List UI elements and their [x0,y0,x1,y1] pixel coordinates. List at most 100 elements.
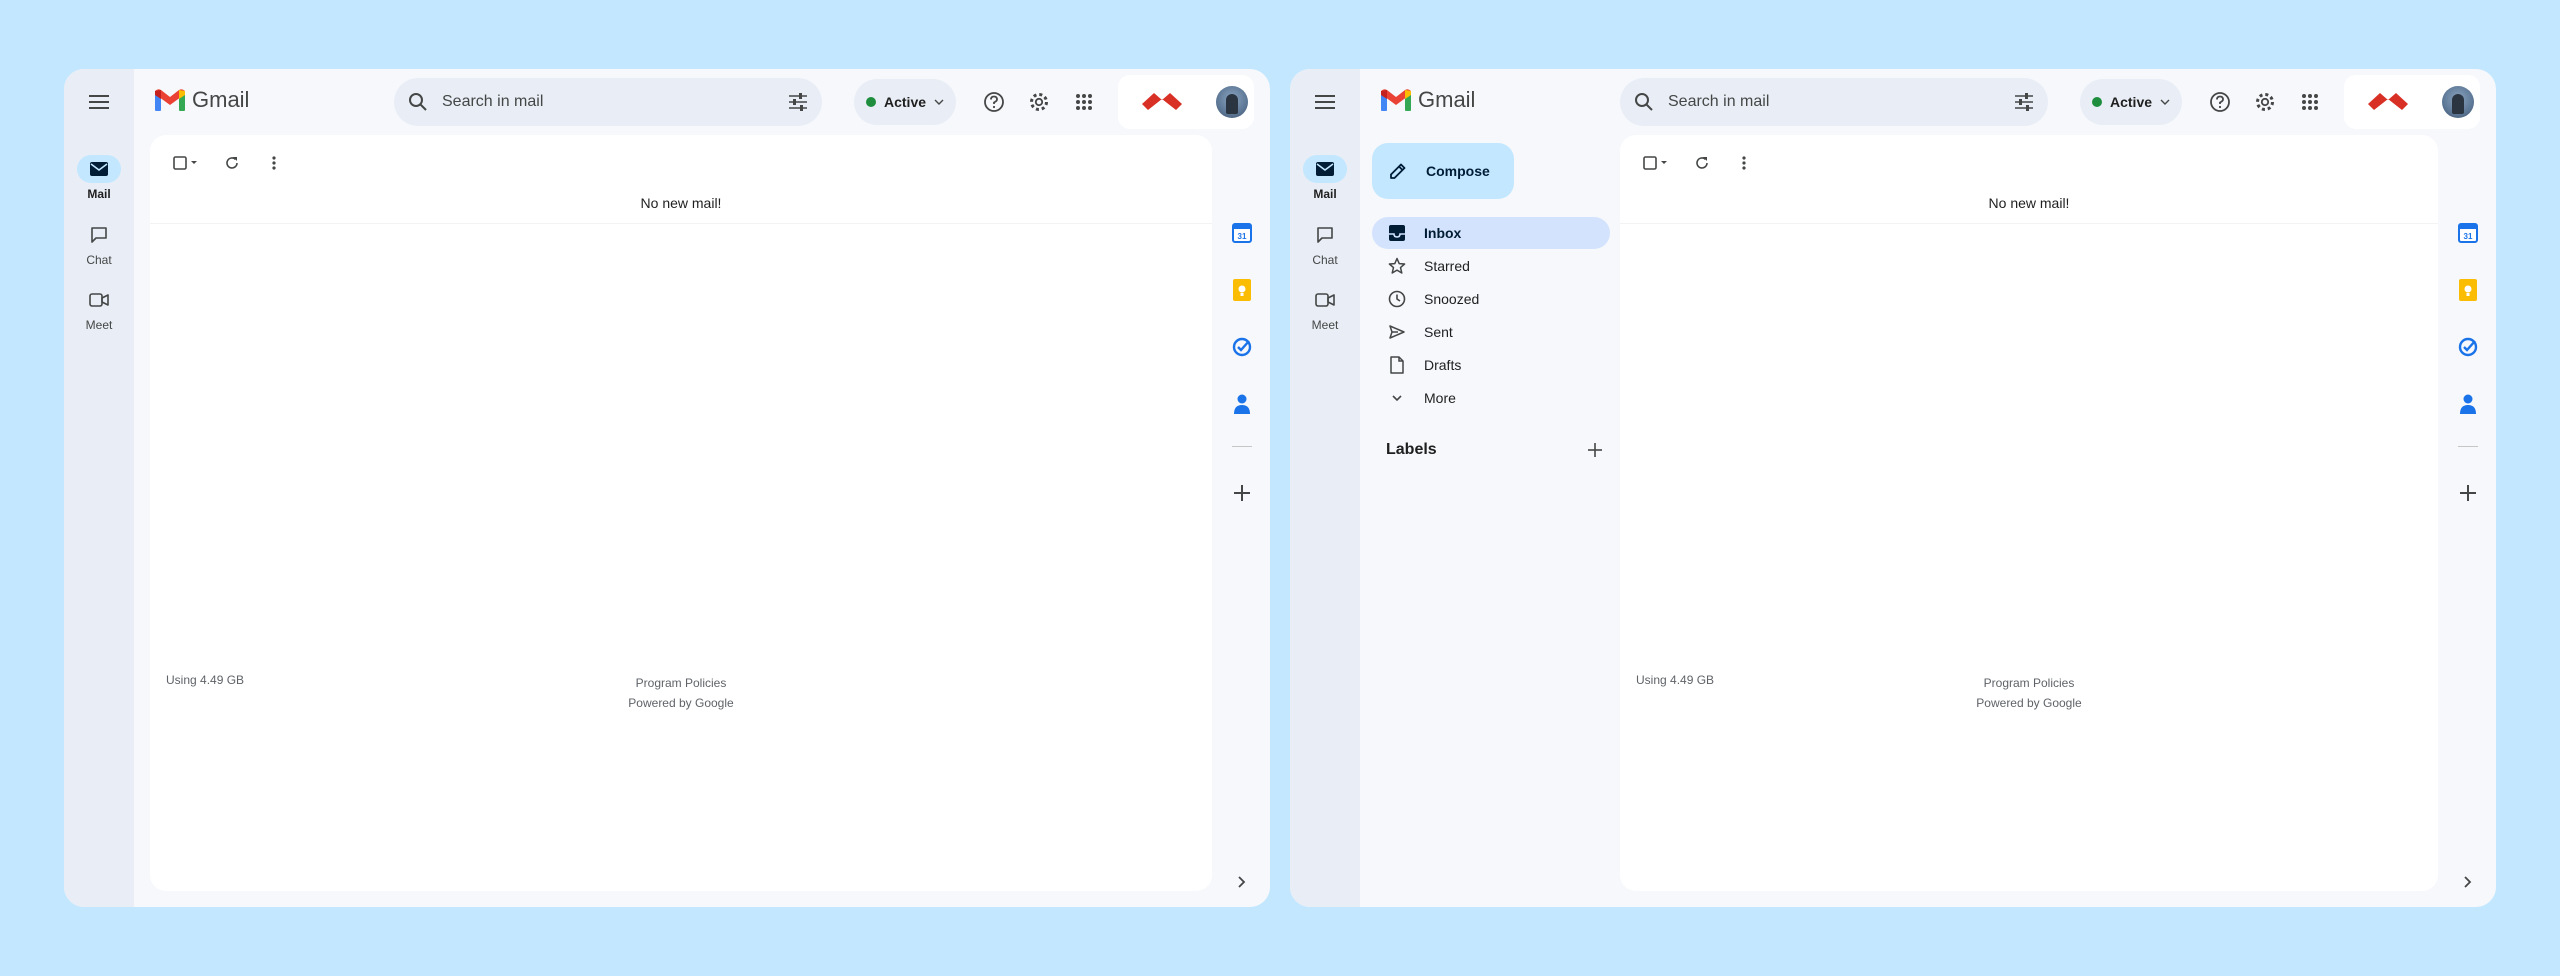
list-toolbar [166,147,290,179]
side-divider [1232,446,1252,447]
search-icon[interactable] [408,92,428,112]
gmail-logo[interactable]: Gmail [1380,87,1475,113]
status-label: Active [2110,94,2153,110]
rail-label-mail: Mail [87,187,111,201]
account-switcher[interactable] [2344,75,2480,129]
chevron-down-icon [1392,395,1402,402]
calendar-icon: 31 [1232,223,1252,243]
gmail-window-collapsed: Mail Chat Meet Gmail Search in mail Acti… [64,69,1270,907]
empty-inbox-message: No new mail! [640,195,722,211]
keep-button[interactable] [2456,278,2480,302]
side-panel: 31 [2440,135,2496,907]
mail-icon [1316,162,1334,176]
message-list-panel: No new mail! Using 4.49 GB Program Polic… [150,135,1212,891]
status-label: Active [884,94,927,110]
rail-label-chat: Chat [86,253,112,267]
calendar-icon: 31 [2458,223,2478,243]
chevron-down-icon [2160,99,2170,105]
main-menu-button[interactable] [79,82,119,122]
gmail-window-expanded: Mail Chat Meet Gmail Search in mail Acti… [1290,69,2496,907]
hide-side-panel-button[interactable] [2456,870,2480,894]
svg-text:31: 31 [1238,232,1247,241]
rail-item-chat[interactable]: Chat [1290,221,1360,267]
list-toolbar [1636,147,1760,179]
main-menu-button[interactable] [1305,82,1345,122]
search-input[interactable]: Search in mail [442,93,788,111]
labels-title: Labels [1386,441,1437,458]
search-icon[interactable] [1634,92,1654,112]
tasks-button[interactable] [1230,335,1254,359]
refresh-button[interactable] [1686,147,1718,179]
rail-item-mail[interactable]: Mail [64,155,134,201]
tasks-button[interactable] [2456,335,2480,359]
folder-drafts[interactable]: Drafts [1372,349,1610,381]
contacts-button[interactable] [1230,392,1254,416]
rail-item-mail[interactable]: Mail [1290,155,1360,201]
search-input[interactable]: Search in mail [1668,93,2014,111]
apps-button[interactable] [1064,82,1104,122]
send-icon [1389,325,1405,339]
tasks-icon [1232,337,1252,357]
get-addons-button[interactable] [2456,481,2480,505]
status-selector[interactable]: Active [854,79,957,125]
refresh-button[interactable] [216,147,248,179]
folder-snoozed[interactable]: Snoozed [1372,283,1610,315]
apps-button[interactable] [2290,82,2330,122]
folder-label: Drafts [1424,357,1462,373]
settings-button[interactable] [1019,82,1059,122]
more-options-button[interactable] [258,147,290,179]
status-selector[interactable]: Active [2080,79,2183,125]
tasks-icon [2458,337,2478,357]
calendar-button[interactable]: 31 [2456,221,2480,245]
apps-grid-icon [2302,94,2318,110]
keep-button[interactable] [1230,278,1254,302]
folder-list: Inbox Starred Snoozed Sent Drafts More [1372,217,1610,415]
folder-inbox[interactable]: Inbox [1372,217,1610,249]
search-bar[interactable]: Search in mail [1620,78,2048,126]
footer-links: Program Policies Powered by Google [150,673,1212,713]
hide-side-panel-button[interactable] [1230,870,1254,894]
contacts-icon [1234,394,1250,414]
rail-item-meet[interactable]: Meet [64,286,134,332]
gmail-m-icon [1381,89,1411,111]
compose-button[interactable]: Compose [1372,143,1514,199]
checkbox-icon [173,156,197,170]
account-switcher[interactable] [1118,75,1254,129]
clock-icon [1388,290,1406,308]
get-addons-button[interactable] [1230,481,1254,505]
avatar[interactable] [1216,86,1248,118]
select-all-checkbox[interactable] [166,147,206,179]
contacts-button[interactable] [2456,392,2480,416]
divider [1620,223,2438,224]
folder-sent[interactable]: Sent [1372,316,1610,348]
plus-icon[interactable] [1588,443,1602,457]
refresh-icon [226,157,238,169]
rail-label-meet: Meet [1311,318,1339,332]
plus-icon [2460,485,2476,501]
compose-label: Compose [1426,163,1490,179]
chevron-right-icon [1238,876,1246,888]
filter-options-icon[interactable] [788,93,808,111]
program-policies-link[interactable]: Program Policies [150,673,1212,693]
more-options-button[interactable] [1728,147,1760,179]
help-button[interactable] [2200,82,2240,122]
powered-by-google: Powered by Google [1976,696,2082,710]
rail-item-chat[interactable]: Chat [64,221,134,267]
search-bar[interactable]: Search in mail [394,78,822,126]
pencil-icon [1390,163,1406,179]
settings-button[interactable] [2245,82,2285,122]
program-policies-link[interactable]: Program Policies [1620,673,2438,693]
help-icon [2210,92,2230,112]
select-all-checkbox[interactable] [1636,147,1676,179]
folder-more[interactable]: More [1372,382,1610,414]
message-list-panel: No new mail! Using 4.49 GB Program Polic… [1620,135,2438,891]
calendar-button[interactable]: 31 [1230,221,1254,245]
avatar[interactable] [2442,86,2474,118]
powered-by-google: Powered by Google [628,696,734,710]
rail-item-meet[interactable]: Meet [1290,286,1360,332]
gmail-logo[interactable]: Gmail [154,87,249,113]
folder-label: More [1424,390,1456,406]
folder-starred[interactable]: Starred [1372,250,1610,282]
filter-options-icon[interactable] [2014,93,2034,111]
help-button[interactable] [974,82,1014,122]
